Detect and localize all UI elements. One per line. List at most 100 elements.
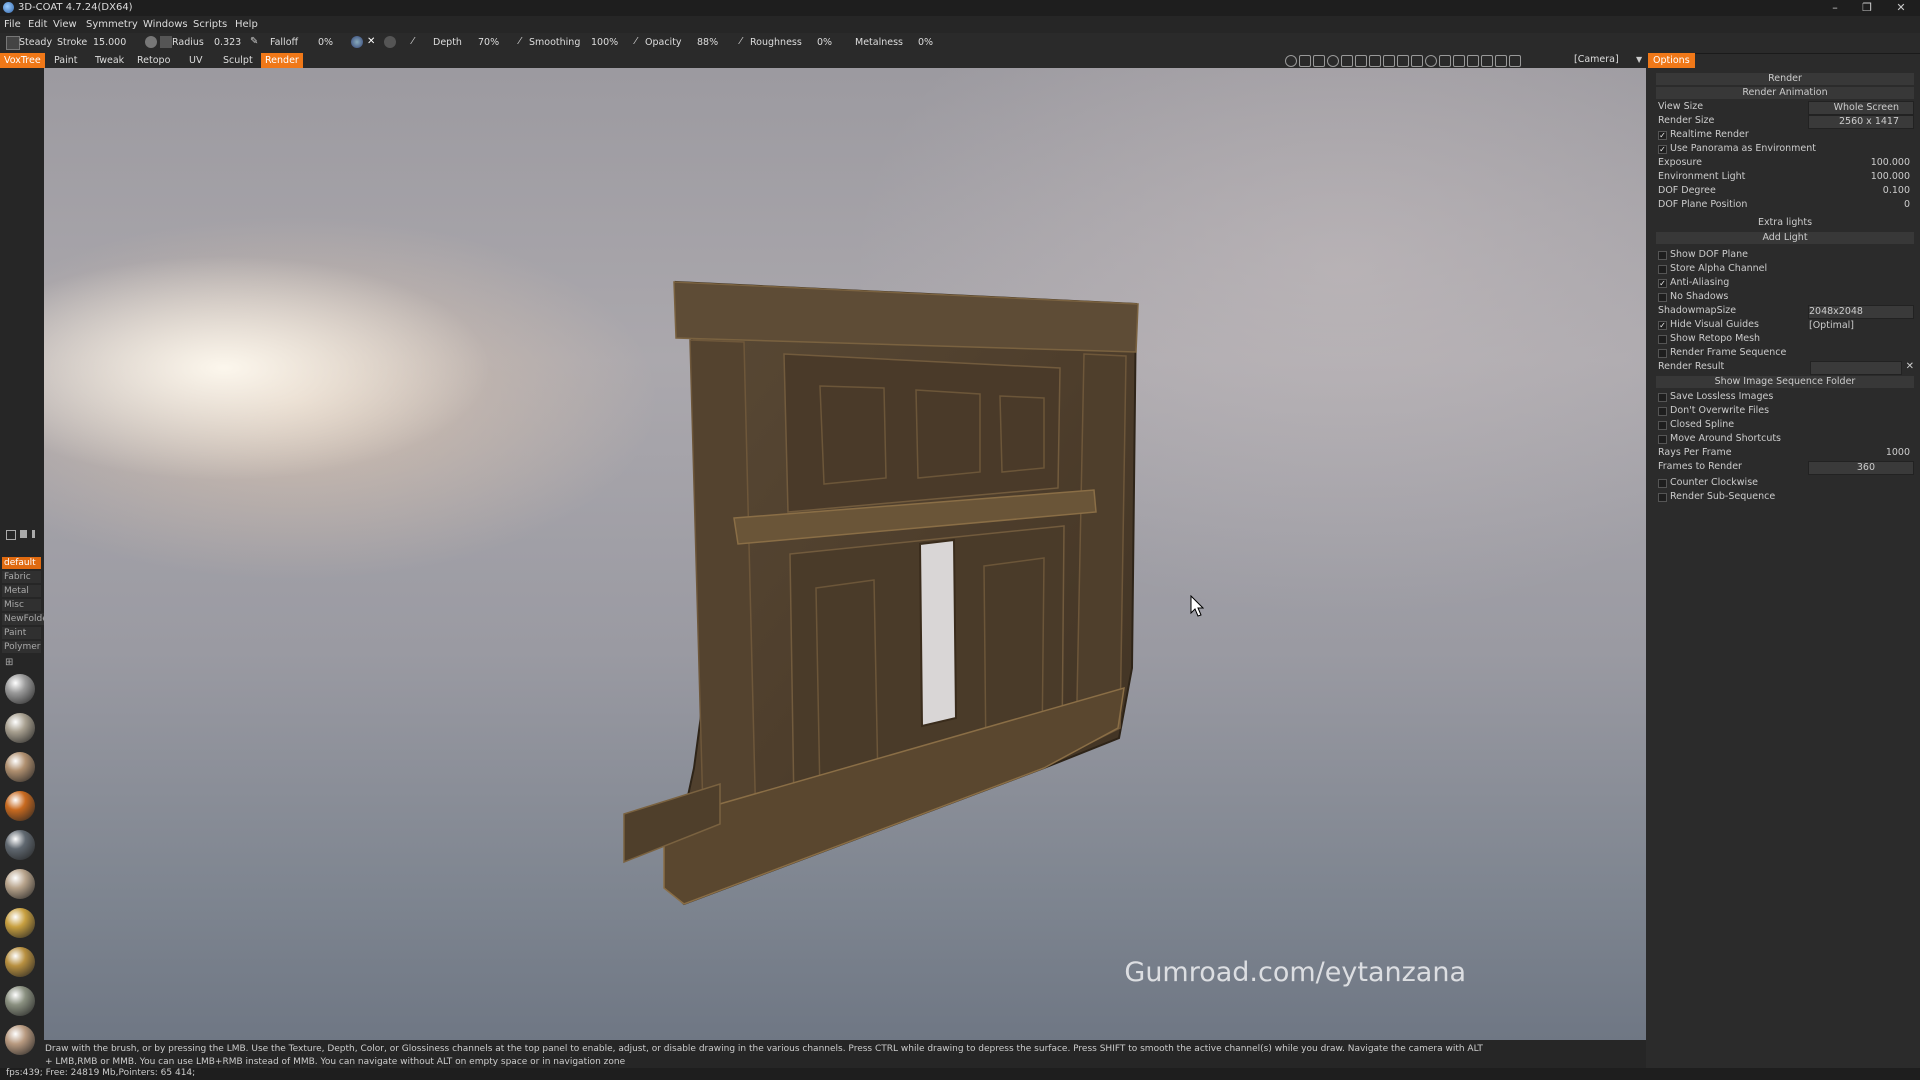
tab-paint[interactable]: Paint: [50, 53, 82, 68]
material-sphere[interactable]: [5, 752, 35, 782]
view-icon[interactable]: [1481, 55, 1493, 67]
wall-model[interactable]: [44, 68, 1646, 1040]
show-image-seq-button[interactable]: Show Image Sequence Folder: [1656, 376, 1914, 388]
rays-value[interactable]: 1000: [1886, 446, 1910, 460]
anti-aliasing-row[interactable]: ✓ Anti-Aliasing: [1656, 276, 1914, 290]
screenshot-icon[interactable]: [1495, 55, 1507, 67]
store-alpha-row[interactable]: Store Alpha Channel: [1656, 262, 1914, 276]
trash-icon[interactable]: [20, 530, 27, 538]
3d-viewport[interactable]: Gumroad.com/eytanzana: [44, 68, 1646, 1040]
show-dof-plane-checkbox[interactable]: [1658, 251, 1667, 260]
opacity-value[interactable]: 88%: [697, 37, 718, 48]
zoom-icon[interactable]: [1369, 55, 1381, 67]
env-light-value[interactable]: 100.000: [1871, 170, 1910, 184]
camera-select[interactable]: [Camera]: [1574, 54, 1619, 65]
material-sphere[interactable]: [5, 791, 35, 821]
menu-view[interactable]: View: [53, 19, 77, 30]
tab-tweak[interactable]: Tweak: [91, 53, 128, 68]
save-lossless-checkbox[interactable]: [1658, 393, 1667, 402]
menu-edit[interactable]: Edit: [28, 19, 47, 30]
show-retopo-mesh-checkbox[interactable]: [1658, 335, 1667, 344]
sphere-mode-icon[interactable]: [351, 36, 363, 48]
steady-toggle[interactable]: Steady: [19, 37, 52, 48]
menu-symmetry[interactable]: Symmetry: [86, 19, 138, 30]
use-panorama-row[interactable]: ✓ Use Panorama as Environment: [1656, 142, 1914, 156]
env-light-row[interactable]: Environment Light 100.000: [1656, 170, 1914, 184]
depth-value[interactable]: 70%: [478, 37, 499, 48]
move-icon[interactable]: [1355, 55, 1367, 67]
pin-icon[interactable]: [32, 530, 35, 538]
color-drop-icon[interactable]: [1327, 55, 1339, 67]
dof-plane-row[interactable]: DOF Plane Position 0: [1656, 198, 1914, 212]
no-entry-icon[interactable]: [1425, 55, 1437, 67]
no-shadows-row[interactable]: No Shadows: [1656, 290, 1914, 304]
anti-aliasing-checkbox[interactable]: ✓: [1658, 279, 1667, 288]
stroke-value[interactable]: 15.000: [93, 37, 126, 48]
material-sphere[interactable]: [5, 674, 35, 704]
store-alpha-checkbox[interactable]: [1658, 265, 1667, 274]
dof-plane-value[interactable]: 0: [1904, 198, 1910, 212]
menu-scripts[interactable]: Scripts: [193, 19, 227, 30]
dont-overwrite-checkbox[interactable]: [1658, 407, 1667, 416]
depth-pencil-icon[interactable]: ⁄: [412, 36, 424, 48]
shadowmap-select[interactable]: 2048x2048 [Optimal]: [1808, 305, 1914, 331]
realtime-render-row[interactable]: ✓ Realtime Render: [1656, 128, 1914, 142]
material-cat-misc[interactable]: Misc: [2, 599, 41, 611]
add-light-button[interactable]: Add Light: [1656, 232, 1914, 244]
tab-render[interactable]: Render: [261, 53, 303, 68]
material-sphere[interactable]: [5, 869, 35, 899]
clear-icon[interactable]: ✕: [1906, 360, 1914, 374]
tab-uv[interactable]: UV: [185, 53, 206, 68]
material-cat-polymer[interactable]: Polymer: [2, 641, 41, 653]
frames-field[interactable]: 360: [1808, 461, 1914, 475]
render-frame-seq-row[interactable]: Render Frame Sequence: [1656, 346, 1914, 360]
minimize-icon[interactable]: –: [1820, 0, 1850, 16]
folder-icon[interactable]: [6, 530, 16, 540]
render-subseq-checkbox[interactable]: [1658, 493, 1667, 502]
metalness-value[interactable]: 0%: [918, 37, 933, 48]
view-size-select[interactable]: Whole Screen: [1808, 101, 1914, 115]
layout-icon[interactable]: [1509, 55, 1521, 67]
material-sphere[interactable]: [5, 947, 35, 977]
frame-icon[interactable]: [1397, 55, 1409, 67]
fit-icon[interactable]: [1411, 55, 1423, 67]
roughness-value[interactable]: 0%: [817, 37, 832, 48]
scale-icon[interactable]: [1313, 55, 1325, 67]
light-icon[interactable]: [1299, 55, 1311, 67]
material-sphere[interactable]: [5, 1025, 35, 1055]
exposure-row[interactable]: Exposure 100.000: [1656, 156, 1914, 170]
gizmo-icon[interactable]: [384, 36, 396, 48]
brush-icon[interactable]: [145, 36, 157, 48]
menu-file[interactable]: File: [4, 19, 21, 30]
material-cat-newfolder[interactable]: NewFolder: [2, 613, 51, 625]
axis-icon[interactable]: [1467, 55, 1479, 67]
material-sphere[interactable]: [5, 908, 35, 938]
tab-voxtree[interactable]: VoxTree: [0, 53, 45, 68]
tab-retopo[interactable]: Retopo: [133, 53, 174, 68]
render-result-field[interactable]: [1810, 361, 1902, 375]
close-icon[interactable]: ✕: [1886, 0, 1916, 16]
hide-visual-guides-row[interactable]: ✓ Hide Visual Guides: [1656, 318, 1914, 332]
material-sphere[interactable]: [5, 713, 35, 743]
render-frame-seq-checkbox[interactable]: [1658, 349, 1667, 358]
material-cat-paint[interactable]: Paint: [2, 627, 41, 639]
tab-sculpt[interactable]: Sculpt: [219, 53, 257, 68]
save-lossless-row[interactable]: Save Lossless Images: [1656, 390, 1914, 404]
no-shadows-checkbox[interactable]: [1658, 293, 1667, 302]
dof-degree-value[interactable]: 0.100: [1883, 184, 1910, 198]
pen-pressure-icon[interactable]: [160, 36, 172, 48]
pencil-icon[interactable]: ✎: [250, 36, 262, 48]
play-icon[interactable]: [1383, 55, 1395, 67]
chevron-down-icon[interactable]: ▼: [1636, 55, 1642, 64]
render-subseq-row[interactable]: Render Sub-Sequence: [1656, 490, 1914, 504]
counter-clockwise-checkbox[interactable]: [1658, 479, 1667, 488]
expand-icon[interactable]: ⊞: [5, 657, 13, 668]
menu-windows[interactable]: Windows: [143, 19, 188, 30]
counter-clockwise-row[interactable]: Counter Clockwise: [1656, 476, 1914, 490]
show-retopo-mesh-row[interactable]: Show Retopo Mesh: [1656, 332, 1914, 346]
shading-icon[interactable]: [1285, 55, 1297, 67]
rotate-icon[interactable]: [1341, 55, 1353, 67]
dont-overwrite-row[interactable]: Don't Overwrite Files: [1656, 404, 1914, 418]
cube-icon[interactable]: [1439, 55, 1451, 67]
closed-spline-checkbox[interactable]: [1658, 421, 1667, 430]
